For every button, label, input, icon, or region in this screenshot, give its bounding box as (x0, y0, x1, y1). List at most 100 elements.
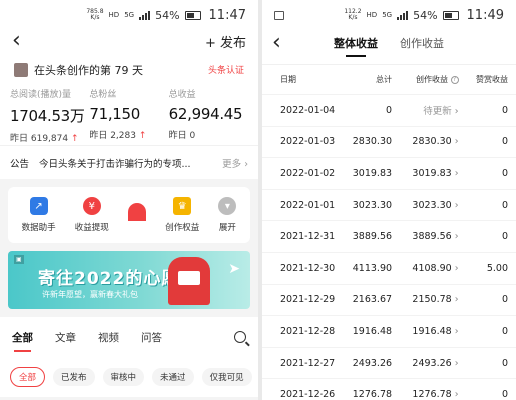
image-notification-icon (274, 10, 284, 20)
cell-creation-value: 2150.78 (412, 294, 452, 306)
stat-yesterday-value: 昨日 0 (168, 131, 196, 141)
avatar[interactable] (14, 62, 28, 77)
filter-private[interactable]: 仅我可见 (201, 368, 252, 386)
content-tabs: 全部 文章 视频 问答 (0, 317, 258, 357)
tool-label: 创作权益 (165, 223, 200, 233)
cell-date: 2021-12-26 (280, 389, 336, 400)
table-row[interactable]: 2021-12-30 4113.90 4108.90 › 5.00 (262, 251, 516, 284)
creator-days-title: 在头条创作的第 79 天 (34, 63, 143, 77)
table-row[interactable]: 2021-12-29 2163.67 2150.78 › 0 (262, 283, 516, 316)
certify-link[interactable]: 头条认证 (208, 63, 244, 76)
cell-creation[interactable]: 2150.78 › (392, 294, 460, 305)
chart-icon: ↗ (29, 197, 48, 215)
hd-label: HD (366, 11, 378, 19)
tab-qa[interactable]: 问答 (141, 330, 162, 345)
signal-icon (139, 10, 151, 20)
tool-hidden[interactable] (128, 203, 146, 227)
tool-withdraw[interactable]: ¥ 收益提现 (75, 197, 109, 233)
tab-creation-income[interactable]: 创作收益 (400, 35, 444, 51)
help-icon[interactable]: ? (450, 75, 459, 84)
cell-reward: 0 (501, 199, 508, 211)
table-row[interactable]: 2022-01-02 3019.83 3019.83 › 0 (262, 157, 516, 189)
stat-label: 总粉丝 (89, 90, 117, 100)
table-row[interactable]: 2021-12-31 3889.56 3889.56 › 0 (262, 220, 516, 252)
tab-articles[interactable]: 文章 (55, 330, 76, 345)
chevron-right-icon: › (454, 231, 459, 243)
chevron-down-icon: ▾ (218, 197, 237, 215)
more-link[interactable]: 更多 › (222, 156, 248, 170)
table-row[interactable]: 2022-01-01 3023.30 3023.30 › 0 (262, 188, 516, 221)
stat-value: 71,150 (89, 105, 141, 123)
table-row[interactable]: 2021-12-28 1916.48 1916.48 › 0 (262, 315, 516, 347)
cell-creation[interactable]: 4108.90 › (392, 263, 460, 274)
cell-creation[interactable]: 1916.48 › (392, 326, 460, 337)
tool-benefits[interactable]: ♛ 创作权益 (165, 197, 199, 233)
table-row[interactable]: 2021-12-27 2493.26 2493.26 › 0 (262, 346, 516, 379)
cell-date: 2022-01-04 (280, 104, 336, 116)
stat-income[interactable]: 总收益 62,994.45 昨日 0 (169, 87, 248, 145)
chevron-right-icon: › (454, 106, 459, 118)
network-speed: 112.2 K/s (344, 9, 361, 21)
announcement-tag: 公告 (10, 158, 30, 170)
table-row[interactable]: 2022-01-04 0 待更新 › 0 (262, 94, 516, 126)
chevron-right-icon: › (454, 136, 459, 148)
tool-expand[interactable]: ▾ 展开 (218, 197, 237, 233)
promo-banner[interactable]: ▣ 寄往2022的心愿 许新年愿望，赢新春大礼包 ➤ (8, 251, 250, 309)
tab-all[interactable]: 全部 (12, 330, 33, 352)
cell-reward: 0 (501, 104, 508, 116)
tab-videos[interactable]: 视频 (98, 330, 119, 345)
filter-all[interactable]: 全部 (10, 367, 46, 387)
cell-total: 0 (386, 104, 393, 116)
left-screen: 785.8 K/s HD 5G 54% 11:47 ‹ + 发布 在头条创作的第 … (0, 0, 258, 400)
stat-fans[interactable]: 总粉丝 71,150 昨日 2,283 ↑ (89, 87, 168, 145)
cell-creation[interactable]: 2830.30 › (392, 136, 460, 147)
search-icon[interactable] (234, 331, 246, 343)
yuan-icon: ¥ (82, 197, 101, 215)
filter-reviewing[interactable]: 审核中 (102, 368, 145, 386)
tool-data-assistant[interactable]: ↗ 数据助手 (22, 197, 56, 233)
cell-creation[interactable]: 3889.56 › (392, 231, 460, 242)
chevron-right-icon: › (454, 294, 459, 306)
cell-reward: 0 (501, 167, 508, 179)
filter-published[interactable]: 已发布 (53, 368, 95, 386)
stat-label: 总阅读(播放)量 (10, 90, 72, 100)
network-speed: 785.8 K/s (86, 9, 103, 21)
table-row[interactable]: 2022-01-03 2830.30 2830.30 › 0 (262, 125, 516, 158)
cell-date: 2021-12-29 (280, 294, 336, 306)
cell-creation[interactable]: 3023.30 › (392, 200, 460, 211)
cell-creation-value: 3023.30 (412, 199, 452, 211)
cell-date: 2022-01-02 (280, 167, 336, 179)
tab-overall-income[interactable]: 整体收益 (334, 35, 378, 57)
back-icon[interactable]: ‹ (12, 30, 21, 52)
cell-date: 2021-12-28 (280, 325, 336, 337)
col-creation: 创作收益 ? (392, 74, 460, 85)
cell-total: 2830.30 (352, 136, 393, 148)
back-icon[interactable]: ‹ (272, 32, 281, 54)
hd-label: HD (108, 11, 120, 19)
tools-row: ↗ 数据助手 ¥ 收益提现 ♛ 创作权益 ▾ 展开 (8, 187, 250, 243)
up-arrow-icon: ↑ (138, 131, 147, 141)
chevron-right-icon: › (454, 167, 459, 179)
publish-button[interactable]: + 发布 (205, 32, 246, 51)
col-date: 日期 (280, 75, 296, 84)
up-arrow-icon: ↑ (70, 134, 79, 144)
cell-creation[interactable]: 2493.26 › (392, 358, 460, 369)
cell-creation[interactable]: 3019.83 › (392, 168, 460, 179)
announcement-bar[interactable]: 公告 今日头条关于打击诈骗行为的专项... 更多 › (0, 145, 258, 179)
cell-reward: 0 (501, 389, 508, 400)
cell-creation[interactable]: 待更新 › (392, 103, 460, 117)
cell-creation-value: 待更新 (423, 106, 452, 118)
stat-reads[interactable]: 总阅读(播放)量 1704.53万 昨日 619,874 ↑ (10, 87, 89, 145)
banner-logo-icon: ▣ (14, 255, 24, 264)
banner-title: 寄往2022的心愿 (38, 269, 180, 289)
battery-percent: 54% (413, 8, 438, 22)
filter-rejected[interactable]: 未通过 (152, 368, 194, 386)
banner-subtitle: 许新年愿望，赢新春大礼包 (42, 290, 138, 299)
stats-panel: 总阅读(播放)量 1704.53万 昨日 619,874 ↑ 总粉丝 71,15… (0, 87, 258, 145)
red-badge-icon (128, 203, 146, 221)
chevron-right-icon: › (454, 199, 459, 211)
table-row[interactable]: 2021-12-26 1276.78 1276.78 › 0 (262, 378, 516, 400)
cell-date: 2021-12-27 (280, 357, 336, 369)
clock: 11:49 (466, 7, 504, 23)
cell-creation[interactable]: 1276.78 › (392, 389, 460, 400)
